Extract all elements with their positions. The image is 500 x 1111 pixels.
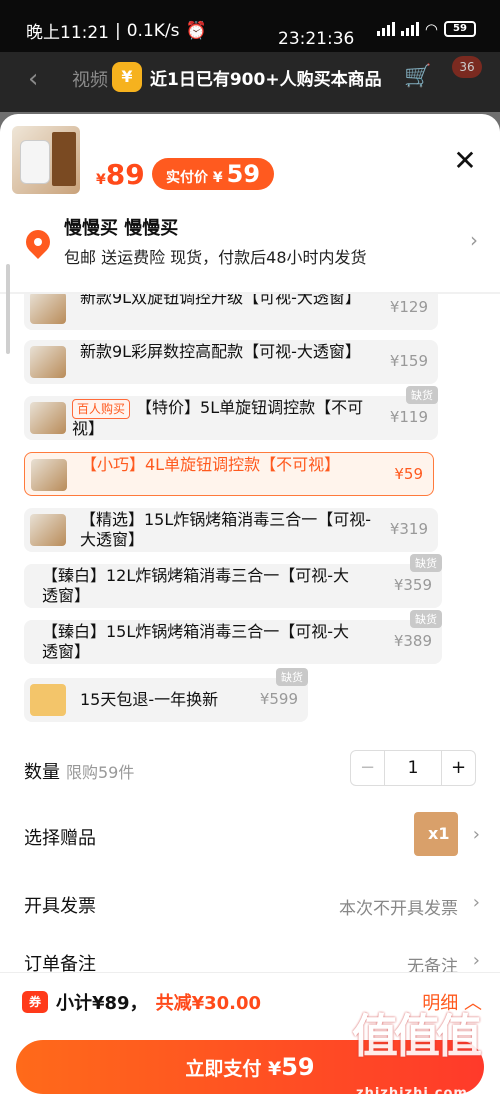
battery-icon: 59 bbox=[444, 21, 476, 37]
signal-icon bbox=[376, 22, 395, 36]
subtotal: 券 小计¥89， 共减¥30.00 bbox=[22, 989, 261, 1015]
sku-price: ¥359 bbox=[393, 576, 432, 594]
plus-button[interactable]: + bbox=[441, 751, 475, 785]
minus-button[interactable]: − bbox=[351, 751, 385, 785]
sku-price: ¥119 bbox=[389, 408, 428, 426]
back-arrow-icon: ‹ bbox=[28, 64, 39, 94]
promo-banner: ¥ 近1日已有900+人购买本商品 bbox=[112, 58, 382, 96]
status-left: 晚上11:21 | 0.1K/s ⏰ bbox=[26, 18, 207, 44]
sku-thumbnail bbox=[30, 346, 66, 378]
coupon-icon: 券 bbox=[22, 991, 48, 1013]
invoice-value: 本次不开具发票 bbox=[339, 899, 458, 919]
out-of-stock-tag: 缺货 bbox=[410, 554, 442, 572]
sku-option[interactable]: 【臻白】15L炸锅烤箱消毒三合一【可视-大透窗】 ¥389 缺货 bbox=[24, 610, 442, 664]
status-clock: 23:21:36 bbox=[278, 29, 355, 49]
product-header: ¥89 实付价 ¥59 ✕ bbox=[12, 126, 488, 211]
discount-amount: 共减¥30.00 bbox=[155, 993, 262, 1014]
out-of-stock-tag: 缺货 bbox=[406, 386, 438, 404]
invoice-row[interactable]: 开具发票 本次不开具发票 › bbox=[0, 884, 500, 924]
sku-thumbnail bbox=[30, 514, 66, 546]
sku-price: ¥389 bbox=[393, 632, 432, 650]
sku-option[interactable]: 【臻白】12L炸锅烤箱消毒三合一【可视-大透窗】 ¥359 缺货 bbox=[24, 554, 442, 608]
status-net-speed: 0.1K/s bbox=[126, 20, 180, 41]
quantity-input[interactable]: 1 bbox=[385, 751, 441, 785]
sku-price: ¥59 bbox=[394, 465, 423, 483]
sku-price: ¥319 bbox=[389, 520, 428, 538]
warranty-thumbnail bbox=[30, 684, 66, 716]
out-of-stock-tag: 缺货 bbox=[276, 668, 308, 686]
signal-icon-2 bbox=[400, 22, 419, 36]
sku-option[interactable]: 15天包退-一年换新 ¥599 缺货 bbox=[24, 668, 308, 722]
quantity-limit: 限购59件 bbox=[66, 763, 135, 782]
alarm-icon: ⏰ bbox=[185, 20, 207, 41]
invoice-label: 开具发票 bbox=[24, 896, 96, 917]
sku-label: 新款9L双旋钮调控升级【可视-大透窗】 bbox=[80, 294, 361, 307]
gift-thumbnail: x1 bbox=[414, 812, 458, 856]
status-time: 晚上11:21 bbox=[26, 23, 109, 43]
background-title: 视频 bbox=[72, 70, 108, 91]
original-price: ¥89 bbox=[96, 158, 145, 191]
chevron-right-icon: › bbox=[472, 824, 480, 845]
sku-price: ¥159 bbox=[389, 352, 428, 370]
location-pin-icon bbox=[21, 225, 55, 259]
sku-price: ¥129 bbox=[389, 298, 428, 316]
air-fryer-image bbox=[20, 140, 50, 184]
gift-row[interactable]: 选择赠品 x1 › bbox=[0, 812, 500, 856]
actual-price-pill: 实付价 ¥59 bbox=[152, 158, 275, 190]
gift-label: 选择赠品 bbox=[24, 828, 96, 849]
sku-price: ¥599 bbox=[259, 690, 298, 708]
cart-badge: 36 bbox=[452, 56, 482, 78]
cart-icon: 🛒 bbox=[404, 64, 432, 89]
popular-badge: 百人购买 bbox=[72, 399, 131, 419]
sku-label: 【臻白】15L炸锅烤箱消毒三合一【可视-大透窗】 bbox=[42, 622, 350, 661]
shopping-bag-icon: ¥ bbox=[112, 62, 142, 92]
status-bar: 晚上11:21 | 0.1K/s ⏰ 23:21:36 ◠ 59 bbox=[0, 0, 500, 52]
sku-option[interactable]: 【精选】15L炸锅烤箱消毒三合一【可视-大透窗】 ¥319 bbox=[24, 508, 438, 552]
sku-option-selected[interactable]: 【小巧】4L单旋钮调控款【不可视】 ¥59 bbox=[24, 452, 434, 496]
sku-thumbnail bbox=[30, 294, 66, 324]
sku-thumbnail bbox=[30, 402, 66, 434]
sku-label: 【精选】15L炸锅烤箱消毒三合一【可视-大透窗】 bbox=[80, 510, 372, 549]
recipient-name: 慢慢买 慢慢买 bbox=[64, 218, 179, 239]
chevron-right-icon: › bbox=[472, 892, 480, 913]
product-thumbnail[interactable] bbox=[12, 126, 80, 194]
sku-label: 【臻白】12L炸锅烤箱消毒三合一【可视-大透窗】 bbox=[42, 566, 350, 605]
promo-text: 近1日已有900+人购买本商品 bbox=[150, 69, 382, 90]
sku-label: 新款9L彩屏数控高配款【可视-大透窗】 bbox=[80, 342, 361, 361]
status-separator: | bbox=[115, 20, 121, 41]
sku-option[interactable]: 百人购买 【特价】5L单旋钮调控款【不可视】 ¥119 缺货 bbox=[24, 386, 438, 440]
sku-label: 百人购买 【特价】5L单旋钮调控款【不可视】 bbox=[72, 398, 364, 438]
watermark-logo: 值值值 zhizhizhi.com bbox=[352, 1009, 482, 1101]
purchase-sheet: ¥89 实付价 ¥59 ✕ 慢慢买 慢慢买 包邮 送运费险 现货，付款后48小时… bbox=[0, 114, 500, 1111]
quantity-stepper: − 1 + bbox=[350, 750, 476, 786]
quantity-label: 数量 限购59件 bbox=[24, 762, 135, 783]
sku-option[interactable]: 新款9L双旋钮调控升级【可视-大透窗】 ¥129 bbox=[24, 294, 438, 330]
sku-label: 15天包退-一年换新 bbox=[80, 690, 219, 709]
product-box-image bbox=[52, 132, 76, 186]
out-of-stock-tag: 缺货 bbox=[410, 610, 442, 628]
shipping-description: 包邮 送运费险 现货，付款后48小时内发货 bbox=[64, 248, 367, 267]
wifi-icon: ◠ bbox=[424, 20, 438, 38]
chevron-right-icon: › bbox=[470, 228, 478, 252]
shipping-address[interactable]: 慢慢买 慢慢买 包邮 送运费险 现货，付款后48小时内发货 › bbox=[0, 210, 500, 280]
sku-thumbnail bbox=[31, 459, 67, 491]
close-icon[interactable]: ✕ bbox=[450, 146, 480, 176]
quantity-row: 数量 限购59件 − 1 + bbox=[0, 750, 500, 790]
chevron-right-icon: › bbox=[472, 950, 480, 971]
sku-option[interactable]: 新款9L彩屏数控高配款【可视-大透窗】 ¥159 bbox=[24, 340, 438, 384]
sku-label: 【小巧】4L单旋钮调控款【不可视】 bbox=[81, 455, 341, 474]
status-right: ◠ 59 bbox=[376, 20, 476, 38]
